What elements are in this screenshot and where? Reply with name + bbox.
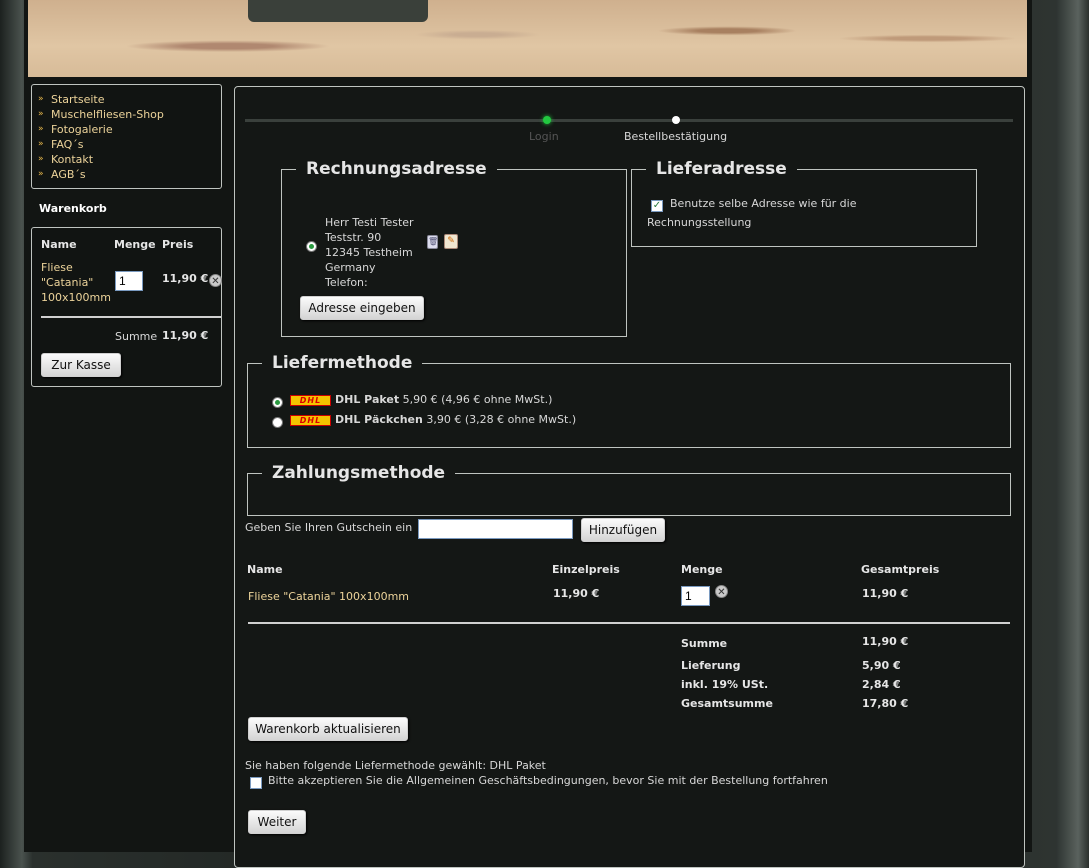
cart-item-price: 11,90 €: [162, 272, 209, 285]
chosen-method-text: Sie haben folgende Liefermethode gewählt…: [245, 759, 546, 772]
page-container: » Startseite » Muschelfliesen-Shop » Fotoga…: [24, 0, 1032, 868]
cart-item-name[interactable]: Fliese "Catania" 100x100mm: [41, 260, 111, 305]
dhl-logo-icon: DHL: [290, 395, 331, 406]
nav-item-kontakt[interactable]: » Kontakt: [38, 152, 221, 167]
billing-address-text: Herr Testi Tester Teststr. 90 12345 Test…: [325, 216, 414, 289]
cart-quantity-input[interactable]: [115, 271, 143, 291]
order-item-name[interactable]: Fliese "Catania" 100x100mm: [248, 590, 409, 603]
totals-gesamtsumme-label: Gesamtsumme: [681, 697, 773, 710]
step-login-label: Login: [529, 130, 559, 143]
totals-summe-label: Summe: [681, 637, 728, 650]
dhl-paeckchen-radio[interactable]: [272, 417, 283, 428]
cart-header-menge: Menge: [114, 238, 156, 251]
step-confirm-label: Bestellbestätigung: [624, 130, 728, 143]
order-header-menge: Menge: [681, 563, 723, 576]
dhl-logo-icon: DHL: [290, 415, 331, 426]
edit-address-icon[interactable]: ✎: [444, 234, 458, 249]
totals-gesamtsumme-value: 17,80 €: [862, 697, 909, 710]
order-header-einzelpreis: Einzelpreis: [552, 563, 620, 576]
checkout-panel: Login Bestellbestätigung Rechnungsadress…: [234, 86, 1025, 868]
nav-item-faq[interactable]: » FAQ´s: [38, 137, 221, 152]
order-item-einzelpreis: 11,90 €: [553, 587, 600, 600]
order-item-gesamtpreis: 11,90 €: [862, 587, 909, 600]
next-button[interactable]: Weiter: [248, 810, 306, 834]
voucher-input[interactable]: [418, 519, 573, 539]
step-dot-confirm: [672, 116, 680, 124]
arrow-bullet-icon: »: [38, 169, 44, 179]
same-address-checkbox[interactable]: ✓: [651, 200, 663, 212]
arrow-bullet-icon: »: [38, 109, 44, 119]
nav-item-shop[interactable]: » Muschelfliesen-Shop: [38, 107, 221, 122]
dhl-paket-option[interactable]: DHL Paket 5,90 € (4,96 € ohne MwSt.): [335, 393, 552, 406]
cart-header-name: Name: [41, 238, 77, 251]
same-address-label-line1: Benutze selbe Adresse wie für die: [670, 197, 857, 210]
arrow-bullet-icon: »: [38, 94, 44, 104]
sidebar-cart: Name Menge Preis Fliese "Catania" 100x10…: [31, 227, 222, 387]
payment-method-section: Zahlungsmethode: [247, 463, 1011, 516]
order-quantity-input[interactable]: [681, 586, 710, 606]
main-navigation: » Startseite » Muschelfliesen-Shop » Fotoga…: [31, 84, 222, 189]
cart-divider: [41, 316, 221, 318]
dhl-paeckchen-option[interactable]: DHL Päckchen 3,90 € (3,28 € ohne MwSt.): [335, 413, 576, 426]
agb-label: Bitte akzeptieren Sie die Allgemeinen Ge…: [268, 774, 828, 787]
add-voucher-button[interactable]: Hinzufügen: [581, 518, 665, 542]
nav-item-agb[interactable]: » AGB´s: [38, 167, 221, 182]
order-header-name: Name: [247, 563, 283, 576]
remove-item-icon[interactable]: ✕: [715, 585, 728, 598]
delivery-method-legend: Liefermethode: [272, 353, 413, 373]
agb-checkbox[interactable]: [250, 777, 262, 789]
arrow-bullet-icon: »: [38, 139, 44, 149]
arrow-bullet-icon: »: [38, 124, 44, 134]
totals-ust-value: 2,84 €: [862, 678, 901, 691]
voucher-label: Geben Sie Ihren Gutschein ein: [245, 521, 413, 534]
cart-header-preis: Preis: [162, 238, 194, 251]
billing-legend: Rechnungsadresse: [306, 159, 487, 179]
nav-item-startseite[interactable]: » Startseite: [38, 92, 221, 107]
nav-item-fotogalerie[interactable]: » Fotogalerie: [38, 122, 221, 137]
totals-lieferung-label: Lieferung: [681, 659, 741, 672]
checkout-button[interactable]: Zur Kasse: [41, 353, 121, 377]
cart-summe-value: 11,90 €: [162, 329, 209, 342]
cart-summe-label: Summe: [115, 330, 158, 343]
billing-address-radio[interactable]: [306, 241, 317, 252]
totals-ust-label: inkl. 19% USt.: [681, 678, 769, 691]
step-progress-line: [245, 119, 1013, 122]
arrow-bullet-icon: »: [38, 154, 44, 164]
order-header-gesamtpreis: Gesamtpreis: [861, 563, 940, 576]
delivery-address-legend: Lieferadresse: [656, 159, 787, 179]
enter-address-button[interactable]: Adresse eingeben: [300, 296, 424, 320]
dhl-paket-radio[interactable]: [272, 397, 283, 408]
order-divider: [248, 622, 1010, 624]
payment-method-legend: Zahlungsmethode: [272, 463, 446, 483]
delete-address-icon[interactable]: 🗑: [427, 235, 438, 249]
header-banner-image: [28, 0, 1027, 77]
cart-title: Warenkorb: [39, 202, 107, 215]
update-cart-button[interactable]: Warenkorb aktualisieren: [248, 717, 408, 741]
remove-item-icon[interactable]: ✕: [209, 274, 222, 287]
same-address-label-line2: Rechnungsstellung: [647, 216, 752, 229]
step-dot-login: [543, 116, 551, 124]
totals-lieferung-value: 5,90 €: [862, 659, 901, 672]
totals-summe-value: 11,90 €: [862, 635, 909, 648]
